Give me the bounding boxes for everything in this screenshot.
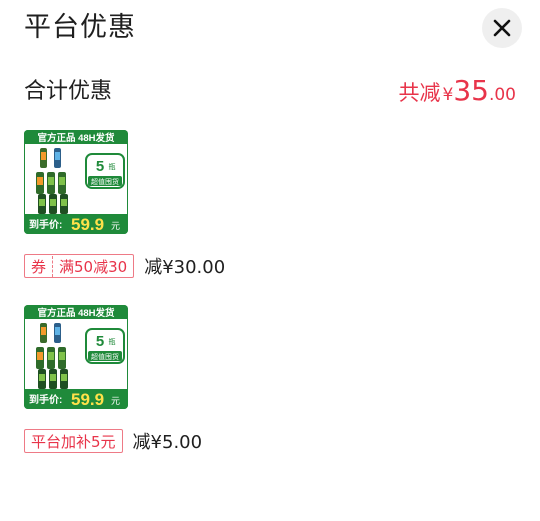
sheet-title: 平台优惠 [24, 12, 136, 43]
discount-row: 平台加补5元 减¥5.00 [24, 428, 202, 454]
product-top-banner: 官方正品 48H发货 [37, 307, 115, 319]
badge-number: 5 [96, 158, 104, 175]
product-image: 官方正品 48H发货 5 瓶 超值囤货 到手价: 59.9 元 [24, 305, 128, 409]
discount-amount: 减¥30.00 [144, 257, 226, 278]
badge-text: 超值囤货 [91, 352, 119, 361]
price-label: 到手价: [29, 393, 62, 406]
discount-row: 券 满50减30 减¥30.00 [24, 253, 225, 279]
platform-discount-sheet: 平台优惠 合计优惠 共减 ¥ 35 .00 官方正品 48H发货 5 瓶 超值囤… [0, 0, 540, 521]
badge-number: 5 [96, 333, 104, 350]
coupon-rule: 满50减30 [59, 257, 128, 276]
price-value: 59.9 [71, 390, 104, 409]
total-discount-integer: 35 [453, 74, 489, 107]
badge-unit: 瓶 [109, 337, 116, 346]
total-discount-label: 合计优惠 [24, 79, 113, 104]
close-icon [493, 19, 511, 37]
badge-text: 超值囤货 [91, 177, 119, 186]
price-unit: 元 [111, 396, 120, 406]
subsidy-text: 平台加补5元 [31, 432, 116, 451]
price-unit: 元 [111, 221, 120, 231]
value-pack-badge: 5 瓶 超值囤货 [85, 153, 125, 189]
value-pack-badge: 5 瓶 超值囤货 [85, 328, 125, 364]
badge-unit: 瓶 [109, 162, 116, 171]
total-discount-prefix: 共减 [398, 81, 441, 105]
discount-amount: 减¥5.00 [132, 432, 203, 453]
close-button[interactable] [482, 8, 522, 48]
platform-subsidy-tag: 平台加补5元 [24, 429, 123, 453]
coupon-tag: 券 满50减30 [24, 254, 135, 278]
total-discount-decimal: .00 [488, 85, 516, 105]
price-value: 59.9 [71, 215, 104, 234]
total-discount-value: 共减 ¥ 35 .00 [398, 74, 516, 107]
product-image: 官方正品 48H发货 5 瓶 超值囤货 到手价: 59.9 元 [24, 130, 128, 234]
product-top-banner: 官方正品 48H发货 [37, 132, 115, 144]
price-label: 到手价: [29, 218, 62, 231]
total-discount-currency: ¥ [442, 85, 454, 105]
coupon-type: 券 [31, 255, 54, 277]
